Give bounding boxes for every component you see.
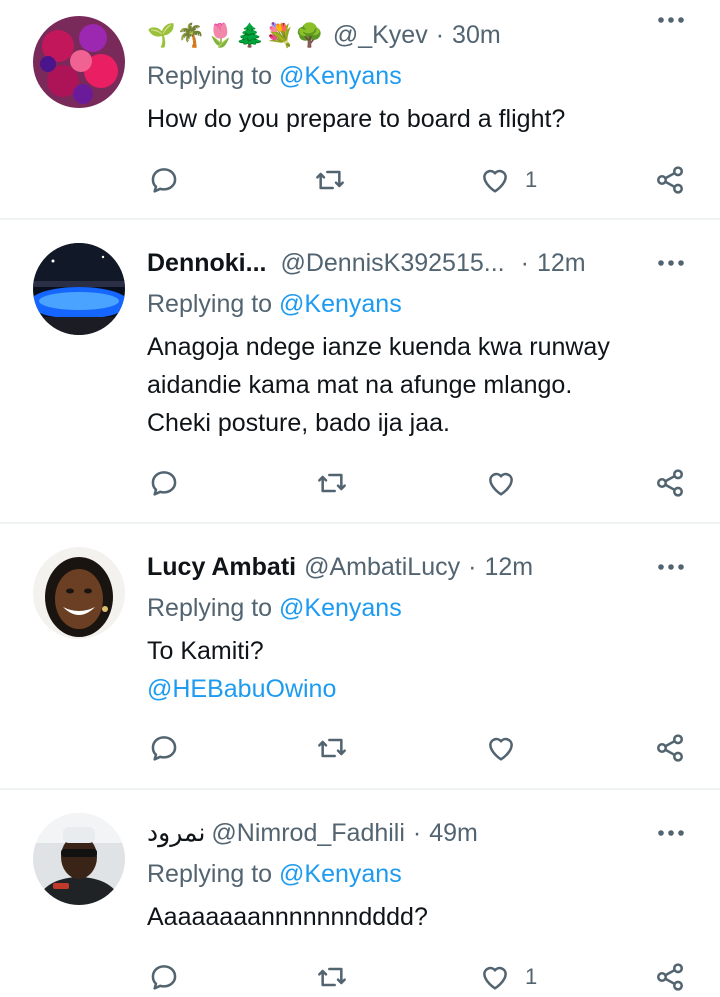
like-button[interactable]: 1 [479,160,537,200]
mention-link[interactable]: @HEBabuOwino [147,670,687,708]
retweet-button[interactable] [316,728,348,768]
avatar[interactable] [33,243,125,335]
tweet-text: To Kamiti? @HEBabuOwino [147,632,687,708]
action-bar: 1 [0,957,720,997]
replying-to-link[interactable]: @Kenyans [279,290,402,318]
retweet-icon [318,738,346,758]
retweet-icon [316,170,344,190]
emoji: 🌴 [176,21,206,48]
like-button[interactable] [485,728,517,768]
tweet-text-line: How do you prepare to board a flight? [147,105,566,133]
tweet-text-line: To Kamiti? [147,637,264,665]
share-button[interactable] [654,957,686,997]
replying-to-label: Replying to [147,860,273,888]
more-icon[interactable] [656,8,686,32]
share-icon [657,166,683,194]
tweet-2[interactable]: Dennoki... @DennisK392515... · 12m Reply… [0,220,720,523]
replying-to: Replying to @Kenyans [147,860,402,889]
user-handle[interactable]: @_Kyev [333,21,428,50]
like-button[interactable]: 1 [479,957,537,997]
action-bar [0,728,720,768]
more-icon[interactable] [656,821,686,845]
replying-to-link[interactable]: @Kenyans [279,860,402,888]
share-icon [657,963,683,991]
retweet-button[interactable] [314,160,346,200]
heart-icon [483,966,507,990]
user-name[interactable]: Dennoki... [147,249,266,278]
retweet-button[interactable] [316,957,348,997]
user-handle[interactable]: @AmbatiLucy [304,553,460,582]
emoji: 🌲 [235,21,265,48]
emoji: 🌷 [206,21,235,48]
user-name-emojis[interactable]: 🌱🌴🌷🌲💐🌳 [147,21,325,50]
separator-dot: · [468,552,477,581]
user-name[interactable]: نمرود [147,818,205,848]
timestamp[interactable]: 12m [537,249,586,278]
timestamp[interactable]: 49m [429,819,478,848]
user-name[interactable]: Lucy Ambati [147,553,296,582]
share-button[interactable] [654,728,686,768]
like-button[interactable] [485,463,517,503]
retweet-icon [318,967,346,987]
replying-to-link[interactable]: @Kenyans [279,62,402,90]
replying-to: Replying to @Kenyans [147,594,402,623]
tweet-text-line: aidandie kama mat na afunge mlango. [147,371,573,399]
replying-to-link[interactable]: @Kenyans [279,594,402,622]
heart-icon [489,737,513,761]
replying-to: Replying to @Kenyans [147,62,402,91]
reply-icon [151,736,177,761]
tweet-text-line: Anagoja ndege ianze kuenda kwa runway [147,333,610,361]
emoji: 🌳 [295,21,324,48]
tweet-header: Lucy Ambati @AmbatiLucy · 12m [147,547,533,587]
tweet-text: Aaaaaaaannnnnnndddd? [147,898,687,936]
separator-dot: · [412,818,422,847]
heart-icon [489,472,513,496]
reply-button[interactable] [148,463,180,503]
reply-icon [151,471,177,496]
emoji: 🌱 [147,21,176,48]
replying-to-label: Replying to [147,594,273,622]
avatar[interactable] [33,547,125,639]
timestamp[interactable]: 30m [452,21,501,50]
reply-icon [151,965,177,990]
replying-to: Replying to @Kenyans [147,290,402,319]
tweet-text-line: Cheki posture, bado ija jaa. [147,409,450,437]
tweet-text: How do you prepare to board a flight? [147,100,687,138]
retweet-button[interactable] [316,463,348,503]
replying-to-label: Replying to [147,62,273,90]
tweet-header: نمرود @Nimrod_Fadhili · 49m [147,813,478,853]
replying-to-label: Replying to [147,290,273,318]
like-count: 1 [525,964,538,989]
reply-button[interactable] [148,728,180,768]
separator-dot: · [520,248,529,277]
tweet-3[interactable]: Lucy Ambati @AmbatiLucy · 12m Replying t… [0,524,720,790]
share-icon [657,734,683,762]
reply-icon [151,168,177,193]
reply-button[interactable] [148,160,180,200]
more-icon[interactable] [656,555,686,579]
emoji: 💐 [265,21,295,48]
tweet-header: Dennoki... @DennisK392515... · 12m [147,243,586,283]
like-count: 1 [525,167,538,192]
user-handle[interactable]: @DennisK392515... [280,249,504,278]
tweet-header: 🌱🌴🌷🌲💐🌳 @_Kyev · 30m [147,15,501,55]
tweet-4[interactable]: نمرود @Nimrod_Fadhili · 49m Replying to … [0,790,720,995]
heart-icon [483,169,507,193]
tweet-text-line: Aaaaaaaannnnnnndddd? [147,903,428,931]
retweet-icon [318,473,346,493]
timestamp[interactable]: 12m [484,553,533,582]
reply-button[interactable] [148,957,180,997]
avatar[interactable] [33,813,125,905]
tweet-1[interactable]: 🌱🌴🌷🌲💐🌳 @_Kyev · 30m Replying to @Kenyans… [0,0,720,220]
user-handle[interactable]: @Nimrod_Fadhili [211,819,405,848]
share-button[interactable] [654,463,686,503]
action-bar: 1 [0,160,720,200]
separator-dot: · [435,20,445,49]
share-icon [657,469,683,497]
share-button[interactable] [654,160,686,200]
more-icon[interactable] [656,251,686,275]
action-bar [0,463,720,503]
avatar[interactable] [33,16,125,108]
tweet-text: Anagoja ndege ianze kuenda kwa runway ai… [147,328,687,442]
